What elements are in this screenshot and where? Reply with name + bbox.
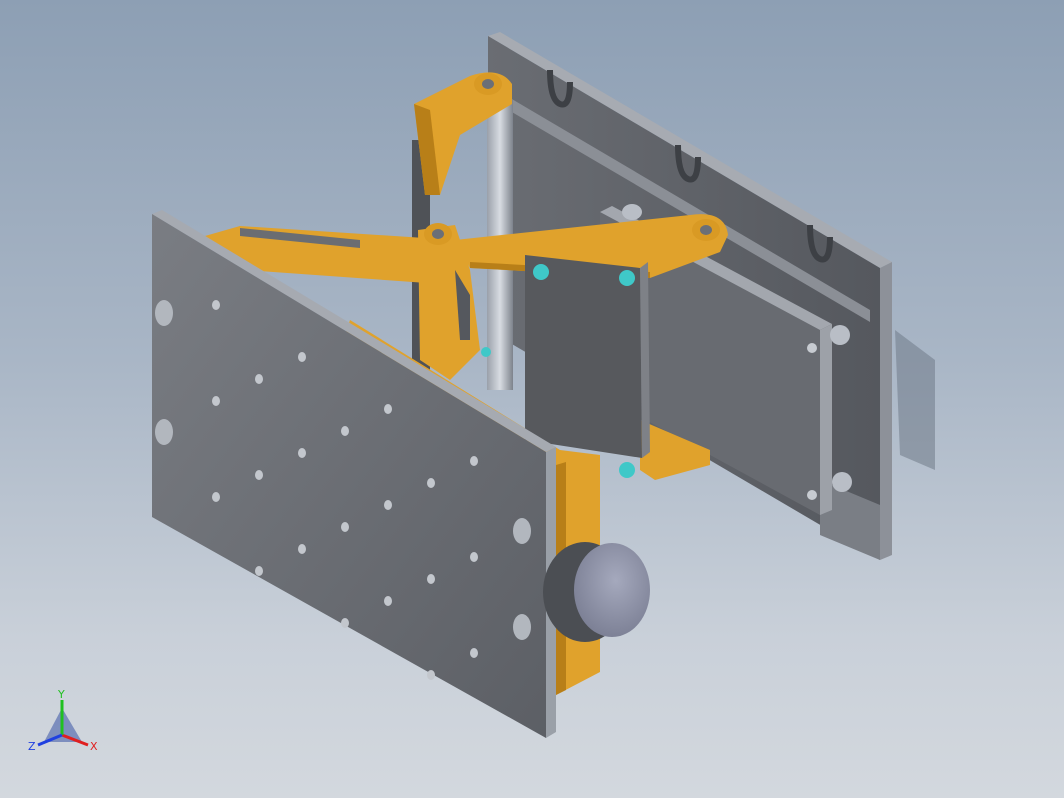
plate-hole <box>470 552 478 562</box>
triad-z-label: Z <box>28 740 36 753</box>
screw-icon <box>619 462 635 478</box>
pin-head <box>832 472 852 492</box>
plate-hole <box>341 618 349 628</box>
triad-x-label: X <box>90 740 98 753</box>
plate-hole <box>212 300 220 310</box>
plate-hole <box>298 544 306 554</box>
mount-hole <box>513 614 531 640</box>
screw-icon <box>533 264 549 280</box>
plate-hole <box>341 426 349 436</box>
plate-hole <box>427 478 435 488</box>
back-shadow <box>895 330 935 470</box>
plate-hole <box>470 648 478 658</box>
back-plate-side-edge <box>880 262 892 560</box>
triad-y-label: Y <box>57 688 65 701</box>
mount-hole <box>155 419 173 445</box>
mounting-plate-face <box>152 214 546 738</box>
plate-hole <box>384 596 392 606</box>
pin-head <box>830 325 850 345</box>
pivot-hole <box>432 229 444 239</box>
plate-hole <box>384 404 392 414</box>
pin-head <box>622 204 642 220</box>
mount-hole <box>155 300 173 326</box>
clamp-hole <box>807 343 817 353</box>
model-view[interactable]: X Y Z <box>0 0 1064 798</box>
plate-hole <box>255 566 263 576</box>
mount-hole <box>513 518 531 544</box>
plate-hole <box>384 500 392 510</box>
plate-hole <box>212 396 220 406</box>
plate-hole <box>255 470 263 480</box>
screw-icon <box>481 347 491 357</box>
plate-hole <box>427 670 435 680</box>
pivot-hole <box>482 79 494 89</box>
clamp-hole <box>807 490 817 500</box>
pivot-hole <box>700 225 712 235</box>
screw-icon <box>619 270 635 286</box>
plate-hole <box>255 374 263 384</box>
plate-hole <box>341 522 349 532</box>
pad-cylinder-face <box>574 543 650 637</box>
clamp-plate-edge <box>820 324 832 515</box>
plate-hole <box>298 352 306 362</box>
plate-hole <box>470 456 478 466</box>
axis-triad[interactable]: X Y Z <box>28 688 98 753</box>
plate-hole <box>298 448 306 458</box>
pad-assembly[interactable] <box>543 455 650 695</box>
cad-viewport[interactable]: X Y Z <box>0 0 1064 798</box>
plate-hole <box>427 574 435 584</box>
plate-hole <box>212 492 220 502</box>
